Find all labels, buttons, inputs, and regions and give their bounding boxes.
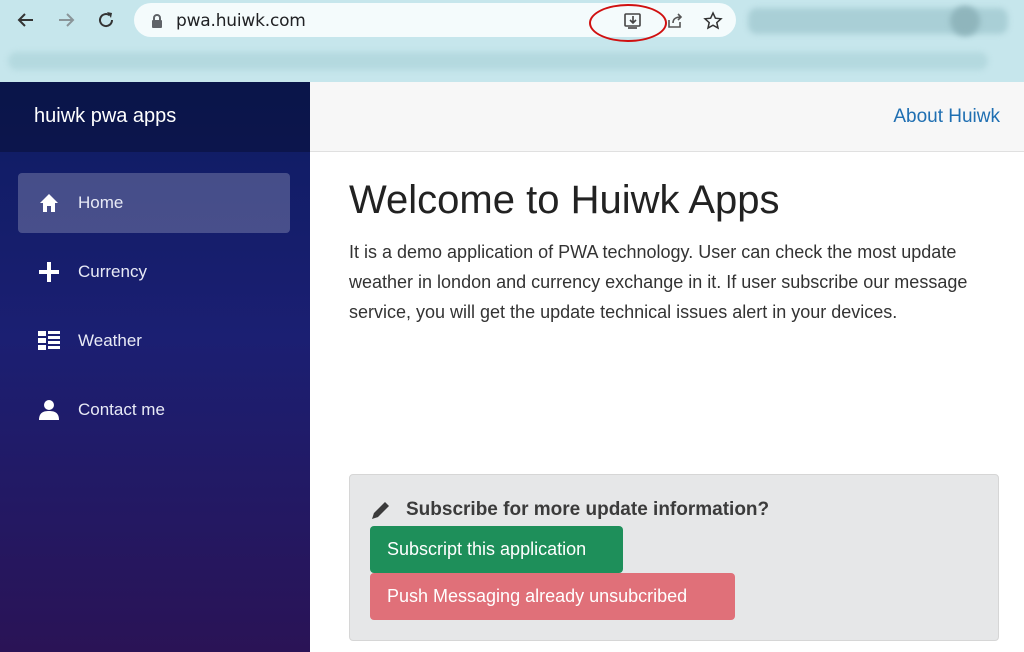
bookmarks-bar <box>0 44 1024 80</box>
intro-text: It is a demo application of PWA technolo… <box>349 242 968 322</box>
person-icon <box>37 398 61 422</box>
forward-icon <box>59 13 75 27</box>
pencil-icon <box>372 502 389 519</box>
subscribe-heading: Subscribe for more update information? <box>370 499 769 521</box>
share-icon[interactable] <box>664 10 686 32</box>
app-brand[interactable]: huiwk pwa apps <box>0 82 310 152</box>
list-icon <box>37 329 61 353</box>
profile-avatar[interactable] <box>950 6 980 36</box>
sidebar-item-contact[interactable]: Contact me <box>18 380 290 440</box>
browser-toolbar: pwa.huiwk.com <box>0 0 1024 82</box>
subscribe-panel: Subscribe for more update information? S… <box>349 474 999 641</box>
top-header: About Huiwk <box>310 82 1024 152</box>
sidebar-item-label: Contact me <box>78 400 165 419</box>
annotation-circle <box>589 4 667 42</box>
about-link[interactable]: About Huiwk <box>893 106 1000 128</box>
subscribe-heading-text: Subscribe for more update information? <box>406 499 770 520</box>
sidebar-item-home[interactable]: Home <box>18 173 290 233</box>
main-content: Welcome to Huiwk Apps It is a demo appli… <box>349 175 1009 327</box>
back-button[interactable] <box>11 5 41 35</box>
sidebar: huiwk pwa apps Home Currency Weather Con… <box>0 82 310 652</box>
subscribe-button[interactable]: Subscript this application <box>370 526 623 573</box>
lock-icon <box>146 10 168 32</box>
reload-button[interactable] <box>91 5 121 35</box>
plus-icon <box>37 260 61 284</box>
url-text: pwa.huiwk.com <box>176 11 306 31</box>
sidebar-item-label: Home <box>78 193 124 212</box>
reload-icon <box>99 12 114 28</box>
sidebar-item-currency[interactable]: Currency <box>18 242 290 302</box>
back-icon <box>17 13 33 27</box>
page-title: Welcome to Huiwk Apps <box>349 178 780 222</box>
push-status-button[interactable]: Push Messaging already unsubcribed <box>370 573 735 620</box>
sidebar-item-label: Currency <box>78 262 147 281</box>
sidebar-item-weather[interactable]: Weather <box>18 311 290 371</box>
forward-button[interactable] <box>51 5 81 35</box>
bookmark-star-icon[interactable] <box>702 10 724 32</box>
home-icon <box>37 191 61 215</box>
sidebar-item-label: Weather <box>78 331 142 350</box>
